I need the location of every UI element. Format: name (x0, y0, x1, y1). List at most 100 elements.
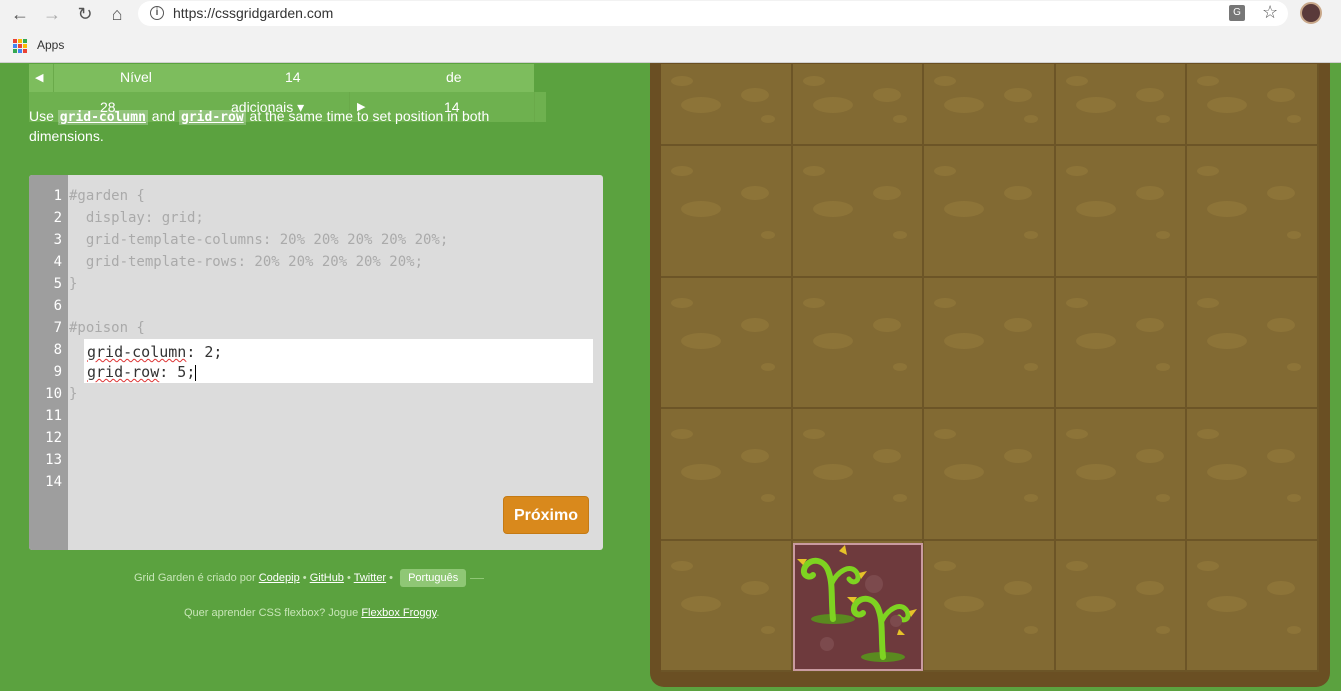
css-answer-textarea[interactable]: grid-column: 2; grid-row: 5; (84, 339, 593, 383)
soil-pebble (1197, 297, 1220, 308)
soil-pebble (1197, 429, 1220, 439)
soil-cell (792, 146, 925, 278)
bookmark-star-icon[interactable]: ☆ (1262, 2, 1278, 23)
soil-pebble (1267, 449, 1296, 463)
promo-end: . (436, 607, 440, 619)
next-button[interactable]: Próximo (503, 496, 589, 534)
forward-arrow-icon[interactable]: → (42, 4, 62, 24)
soil-cell (661, 64, 793, 146)
soil-pebble (1155, 362, 1170, 371)
soil-cell (1187, 409, 1319, 541)
translate-icon[interactable]: G (1229, 5, 1245, 21)
soil-pebble (681, 595, 721, 612)
soil-pebble (1267, 317, 1296, 332)
code-line: grid-template-columns: 20% 20% 20% 20% 2… (69, 232, 449, 248)
soil-pebble (1287, 231, 1302, 239)
credits-text: Grid Garden é criado por (134, 572, 259, 584)
flexbox-promo: Quer aprender CSS flexbox? Jogue Flexbox… (184, 607, 439, 619)
soil-pebble (1155, 231, 1170, 239)
soil-cell (1187, 146, 1319, 278)
github-link[interactable]: GitHub (310, 572, 344, 584)
soil-pebble (1004, 317, 1033, 332)
address-bar[interactable]: i https://cssgridgarden.com (138, 1, 1288, 26)
soil-cell (1055, 64, 1188, 146)
url-text[interactable]: https://cssgridgarden.com (173, 5, 333, 21)
soil-pebble (1207, 464, 1248, 480)
soil-pebble (892, 494, 907, 502)
soil-pebble (1065, 560, 1088, 571)
soil-cell (1187, 64, 1319, 146)
profile-avatar[interactable] (1300, 2, 1322, 24)
soil-pebble (1024, 231, 1039, 239)
soil-pebble (761, 231, 775, 239)
code-line: } (69, 276, 78, 292)
bookmarks-bar: Apps (0, 31, 1341, 61)
soil-pebble (671, 76, 693, 86)
back-arrow-icon[interactable]: ← (10, 4, 30, 24)
line-number: 14 (45, 474, 62, 490)
soil-pebble (1207, 595, 1248, 612)
soil-cell (924, 277, 1056, 409)
soil-pebble (1207, 332, 1248, 349)
soil-pebble (761, 362, 775, 371)
soil-cell (1055, 409, 1188, 541)
soil-cell (1055, 277, 1188, 409)
soil-pebble (1267, 186, 1296, 200)
soil-pebble (802, 166, 825, 176)
soil-pebble (944, 464, 985, 480)
apps-grid-icon[interactable] (13, 39, 27, 53)
divider (470, 577, 485, 579)
soil-cell (924, 540, 1056, 672)
soil-pebble (1065, 166, 1088, 176)
line-number: 2 (53, 210, 62, 226)
soil-pebble (872, 186, 901, 200)
soil-pebble (1267, 88, 1296, 102)
soil-cell (924, 64, 1056, 146)
info-icon[interactable]: i (150, 6, 164, 20)
soil-pebble (802, 297, 825, 308)
level-current[interactable]: 14 (285, 69, 301, 85)
soil-pebble (892, 115, 907, 123)
reload-icon[interactable]: ↻ (75, 4, 95, 24)
poison-spot (865, 575, 883, 593)
poison-weed (793, 543, 923, 671)
soil-cell (792, 409, 925, 541)
home-icon[interactable]: ⌂ (107, 4, 127, 24)
soil-pebble (761, 494, 775, 502)
soil-pebble (1075, 595, 1116, 612)
soil-pebble (1135, 449, 1164, 463)
soil-pebble (1075, 464, 1116, 480)
twitter-link[interactable]: Twitter (354, 572, 386, 584)
soil-pebble (1155, 494, 1170, 502)
grid-column-property: grid-column (87, 343, 187, 361)
soil-pebble (741, 449, 769, 463)
soil-cell (1187, 277, 1319, 409)
code-line: display: grid; (69, 210, 204, 226)
apps-link[interactable]: Apps (37, 38, 64, 52)
poison-spot (890, 615, 902, 627)
instructions: Use grid-column and grid-row at the same… (29, 107, 549, 146)
soil-pebble (1004, 449, 1033, 463)
browser-chrome: ← → ↻ ⌂ i https://cssgridgarden.com G ☆ … (0, 0, 1341, 63)
prev-level-icon[interactable]: ◀ (35, 71, 43, 84)
soil-cell (924, 409, 1056, 541)
soil-cell (661, 540, 793, 672)
instructions-text: Use (29, 108, 58, 124)
soil-pebble (1135, 186, 1164, 200)
separator: • (343, 572, 354, 584)
language-selector[interactable]: Português (400, 569, 467, 587)
separator: • (386, 572, 397, 584)
soil-pebble (1135, 317, 1164, 332)
soil-pebble (934, 429, 957, 439)
soil-pebble (892, 231, 907, 239)
soil-pebble (934, 297, 957, 308)
level-of-label: de (446, 69, 462, 85)
level-header: ◀ Nível 14 de (29, 64, 534, 92)
soil-pebble (944, 332, 985, 349)
line-number: 6 (53, 298, 62, 314)
soil-pebble (934, 166, 957, 176)
soil-pebble (1065, 76, 1088, 86)
soil-pebble (1287, 115, 1302, 123)
codepip-link[interactable]: Codepip (259, 572, 300, 584)
flexbox-froggy-link[interactable]: Flexbox Froggy (361, 607, 436, 619)
